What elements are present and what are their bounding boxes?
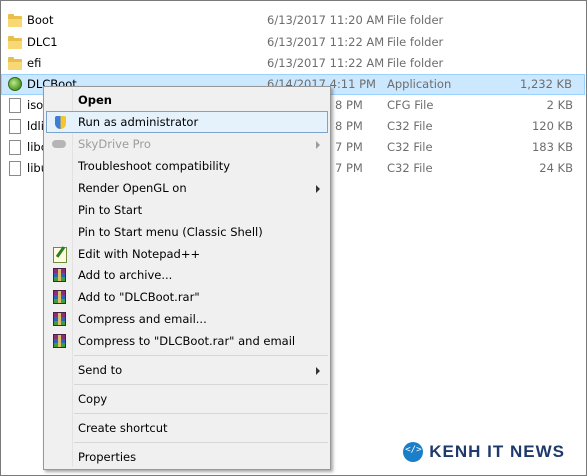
menu-item-send-to[interactable]: Send to [46,359,328,381]
menu-label: Add to "DLCBoot.rar" [78,290,200,304]
file-size: 1,232 KB [519,77,572,91]
menu-item-add-to-rar[interactable]: Add to "DLCBoot.rar" [46,286,328,308]
file-date: 7 PM [335,140,363,154]
menu-item-run-as-administrator[interactable]: Run as administrator [46,111,328,133]
menu-label: Compress to "DLCBoot.rar" and email [78,334,296,348]
menu-label: Render OpenGL on [78,181,187,195]
file-size: 183 KB [531,140,573,154]
menu-item-create-shortcut[interactable]: Create shortcut [46,417,328,439]
cloud-icon [51,136,67,152]
menu-label: Troubleshoot compatibility [78,159,231,173]
notepadpp-icon [51,246,67,263]
winrar-icon [51,267,67,283]
submenu-arrow-icon [316,367,320,375]
menu-item-add-to-archive[interactable]: Add to archive... [46,264,328,286]
context-menu: Open Run as administrator SkyDrive Pro T… [43,86,331,470]
menu-item-edit-with-notepadpp[interactable]: Edit with Notepad++ [46,243,328,265]
menu-item-open[interactable]: Open [46,89,328,111]
uac-shield-icon [52,115,68,131]
menu-label: Add to archive... [78,268,173,282]
file-type: C32 File [387,140,433,154]
menu-item-compress-rar-and-email[interactable]: Compress to "DLCBoot.rar" and email [46,330,328,352]
menu-label: Pin to Start menu (Classic Shell) [78,225,263,239]
file-name: Boot [27,13,54,27]
list-item[interactable]: Boot 6/13/2017 11:20 AM File folder [1,10,585,31]
file-date: 6/13/2017 11:22 AM [267,56,385,70]
list-item[interactable]: DLC1 6/13/2017 11:22 AM File folder [1,32,585,53]
menu-label: Send to [78,363,123,377]
menu-label: Edit with Notepad++ [78,247,201,261]
menu-label: Run as administrator [78,115,199,129]
folder-icon [7,12,23,28]
file-type: C32 File [387,161,433,175]
file-size: 2 KB [546,98,573,112]
winrar-icon [51,311,67,327]
menu-item-pin-to-start-classic[interactable]: Pin to Start menu (Classic Shell) [46,221,328,243]
file-date: 7 PM [335,161,363,175]
file-type: File folder [387,13,444,27]
menu-item-properties[interactable]: Properties [46,446,328,468]
file-name: DLC1 [27,35,58,49]
menu-item-render-opengl[interactable]: Render OpenGL on [46,177,328,199]
file-size: 24 KB [539,161,573,175]
file-name: iso [27,98,44,112]
menu-item-copy[interactable]: Copy [46,388,328,410]
menu-label: SkyDrive Pro [78,137,151,151]
folder-icon [7,55,23,71]
menu-item-compress-and-email[interactable]: Compress and email... [46,308,328,330]
menu-label: Create shortcut [78,421,168,435]
submenu-arrow-icon [316,185,320,193]
file-icon [7,97,23,113]
file-type: C32 File [387,119,433,133]
file-type: Application [387,77,452,91]
file-type: File folder [387,35,444,49]
menu-item-pin-to-start[interactable]: Pin to Start [46,199,328,221]
file-date: 8 PM [335,119,363,133]
file-size: 120 KB [531,119,573,133]
file-date: 6/13/2017 11:22 AM [267,35,385,49]
menu-separator [74,413,328,414]
menu-item-troubleshoot-compatibility[interactable]: Troubleshoot compatibility [46,155,328,177]
menu-separator [74,442,328,443]
file-name: efi [27,56,42,70]
menu-label: Copy [78,392,108,406]
file-icon [7,139,23,155]
menu-label: Properties [78,450,137,464]
menu-separator [74,384,328,385]
menu-separator [74,355,328,356]
file-name: ldli [27,119,44,133]
menu-label: Pin to Start [78,203,143,217]
list-item[interactable]: efi 6/13/2017 11:22 AM File folder [1,53,585,74]
watermark-logo: KENH IT NEWS [403,442,565,462]
application-icon [7,76,23,92]
winrar-icon [51,333,67,349]
file-icon [7,118,23,134]
menu-item-skydrive-pro[interactable]: SkyDrive Pro [46,133,328,155]
file-type: File folder [387,56,444,70]
file-date: 8 PM [335,98,363,112]
winrar-icon [51,289,67,305]
submenu-arrow-icon [316,141,320,149]
folder-icon [7,34,23,50]
file-icon [7,160,23,176]
menu-label: Compress and email... [78,312,207,326]
watermark-text: KENH IT NEWS [429,442,565,461]
menu-label: Open [78,93,112,107]
file-date: 6/13/2017 11:20 AM [267,13,385,27]
file-type: CFG File [387,98,434,112]
code-icon [403,442,424,462]
